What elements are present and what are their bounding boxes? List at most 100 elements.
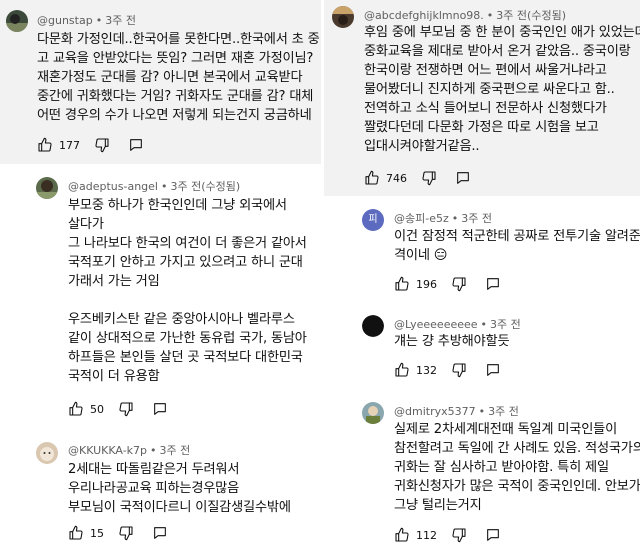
author-handle[interactable]: @KKUKKA-k7p — [68, 444, 147, 457]
like-button[interactable] — [394, 276, 410, 292]
thumbs-down-icon — [452, 363, 466, 378]
thumbs-up-icon — [395, 276, 409, 291]
like-button[interactable] — [394, 527, 410, 543]
comment-text: 이건 잠정적 적군한테 공짜로 전투기술 알려준 격이네 😑 — [394, 229, 640, 263]
comment-text: 걔는 걍 추방해야할듯 — [394, 334, 510, 349]
thumbs-up-icon — [395, 527, 409, 542]
like-button[interactable] — [68, 401, 84, 417]
reply-button[interactable] — [152, 525, 168, 541]
comment-thread-item: @Lyeeeeeeeee • 3주 전 걔는 걍 추방해야할듯 132 — [324, 306, 640, 392]
comment-time[interactable]: 3주 전 — [490, 318, 521, 331]
avatar[interactable] — [36, 177, 58, 199]
like-count: 50 — [90, 402, 104, 416]
dislike-button[interactable] — [118, 525, 134, 541]
comment-meta: @Lyeeeeeeeee • 3주 전 — [394, 318, 521, 331]
comment-text: 부모중 하나가 한국인인데 그냥 외국에서 살다가 그 나라보다 한국의 여건이… — [68, 198, 307, 384]
comment-meta: @gunstap • 3주 전 — [37, 14, 136, 27]
author-handle[interactable]: @gunstap — [37, 14, 93, 27]
avatar[interactable] — [362, 402, 384, 424]
thumbs-up-icon — [38, 137, 52, 152]
edited-label: (수정됨) — [201, 180, 241, 193]
thumbs-up-icon — [69, 525, 83, 540]
comment-meta: @abcdefghijklmno98. • 3주 전(수정됨) — [364, 9, 566, 22]
comment-time[interactable]: 3주 전 — [105, 14, 136, 27]
reply-button[interactable] — [455, 170, 471, 186]
comment-thread-item: @KKUKKA-k7p • 3주 전 2세대는 따돌림같은거 두려워서 우리나라공교… — [0, 430, 322, 546]
comment-actions: 132 — [394, 360, 501, 380]
author-handle[interactable]: @adeptus-angel — [68, 180, 158, 193]
comment-actions: 112 — [394, 525, 501, 545]
comment-time[interactable]: 3주 전 — [170, 180, 201, 193]
comment-icon — [130, 139, 142, 151]
like-count: 112 — [416, 528, 437, 542]
like-count: 196 — [416, 277, 437, 291]
comment-time[interactable]: 3주 전 — [488, 405, 519, 418]
dislike-button[interactable] — [451, 362, 467, 378]
comment-actions: 177 — [37, 135, 144, 155]
comment-icon — [487, 364, 499, 376]
like-button[interactable] — [394, 362, 410, 378]
comment-actions: 746 — [364, 168, 471, 188]
reply-button[interactable] — [485, 362, 501, 378]
avatar[interactable] — [362, 315, 384, 337]
comment-icon — [487, 529, 499, 541]
comment-icon — [154, 403, 166, 415]
edited-label: (수정됨) — [527, 9, 566, 22]
comment-meta: @dmitryx5377 • 3주 전 — [394, 405, 519, 418]
thumbs-down-icon — [119, 526, 133, 541]
comment-time[interactable]: 3주 전 — [160, 444, 191, 457]
reply-button[interactable] — [152, 401, 168, 417]
reply-button[interactable] — [485, 276, 501, 292]
dislike-button[interactable] — [451, 527, 467, 543]
thumbs-down-icon — [95, 138, 109, 153]
comment-actions: 15 — [68, 523, 168, 543]
dislike-button[interactable] — [94, 137, 110, 153]
avatar[interactable] — [36, 442, 58, 464]
thumbs-down-icon — [452, 528, 466, 543]
like-count: 15 — [90, 526, 104, 540]
comment-text: 다문화 가정인데..한국어를 못한다면..한국에서 초 중 고 교육을 안받았다… — [37, 32, 320, 123]
comment-time[interactable]: 3주 전 — [496, 9, 527, 22]
author-handle[interactable]: @dmitryx5377 — [394, 405, 476, 418]
comment-actions: 50 — [68, 399, 168, 419]
comment-icon — [457, 172, 469, 184]
avatar[interactable] — [332, 6, 354, 28]
comment-text: 실제로 2차세계대전때 독일계 미국인들이 참전할려고 독일에 간 사례도 있음… — [394, 422, 640, 513]
like-count: 177 — [59, 138, 80, 152]
comment-icon — [487, 278, 499, 290]
comment-meta: @KKUKKA-k7p • 3주 전 — [68, 444, 191, 457]
author-handle[interactable]: @abcdefghijklmno98. — [364, 9, 484, 22]
thumbs-down-icon — [119, 402, 133, 417]
dislike-button[interactable] — [451, 276, 467, 292]
comment-text: 후임 중에 부모님 중 한 분이 중국인인 애가 있었는데 중화교육을 제대로 … — [364, 25, 640, 154]
dislike-button[interactable] — [118, 401, 134, 417]
comment-thread-item: @gunstap • 3주 전 다문화 가정인데..한국어를 못한다면..한국에서 … — [0, 0, 322, 164]
like-button[interactable] — [364, 170, 380, 186]
like-count: 132 — [416, 363, 437, 377]
comment-time[interactable]: 3주 전 — [461, 212, 492, 225]
author-handle[interactable]: @송피-e5z — [394, 212, 449, 225]
thumbs-down-icon — [452, 277, 466, 292]
like-button[interactable] — [37, 137, 53, 153]
comment-thread-item: @abcdefghijklmno98. • 3주 전(수정됨) 후임 중에 부모님 … — [324, 0, 640, 196]
thumbs-down-icon — [422, 171, 436, 186]
reply-button[interactable] — [485, 527, 501, 543]
like-button[interactable] — [68, 525, 84, 541]
comment-thread-item: 피 @송피-e5z • 3주 전 이건 잠정적 적군한테 공짜로 전투기술 알려준 … — [324, 198, 640, 304]
thumbs-up-icon — [69, 401, 83, 416]
comment-thread-item: @dmitryx5377 • 3주 전 실제로 2차세계대전때 독일계 미국인들이 … — [324, 394, 640, 546]
comment-thread-item: @adeptus-angel • 3주 전(수정됨) 부모중 하나가 한국인인데 그… — [0, 166, 322, 428]
avatar[interactable] — [6, 10, 28, 32]
comment-text: 2세대는 따돌림같은거 두려워서 우리나라공교육 피하는경우많음 부모님이 국적… — [68, 462, 291, 515]
thumbs-up-icon — [365, 170, 379, 185]
avatar[interactable]: 피 — [362, 209, 384, 231]
dislike-button[interactable] — [421, 170, 437, 186]
reply-button[interactable] — [128, 137, 144, 153]
like-count: 746 — [386, 171, 407, 185]
comment-meta: @adeptus-angel • 3주 전(수정됨) — [68, 180, 241, 193]
comment-icon — [154, 527, 166, 539]
comment-actions: 196 — [394, 274, 501, 294]
comment-meta: @송피-e5z • 3주 전 — [394, 212, 492, 225]
thumbs-up-icon — [395, 362, 409, 377]
author-handle[interactable]: @Lyeeeeeeeee — [394, 318, 478, 331]
